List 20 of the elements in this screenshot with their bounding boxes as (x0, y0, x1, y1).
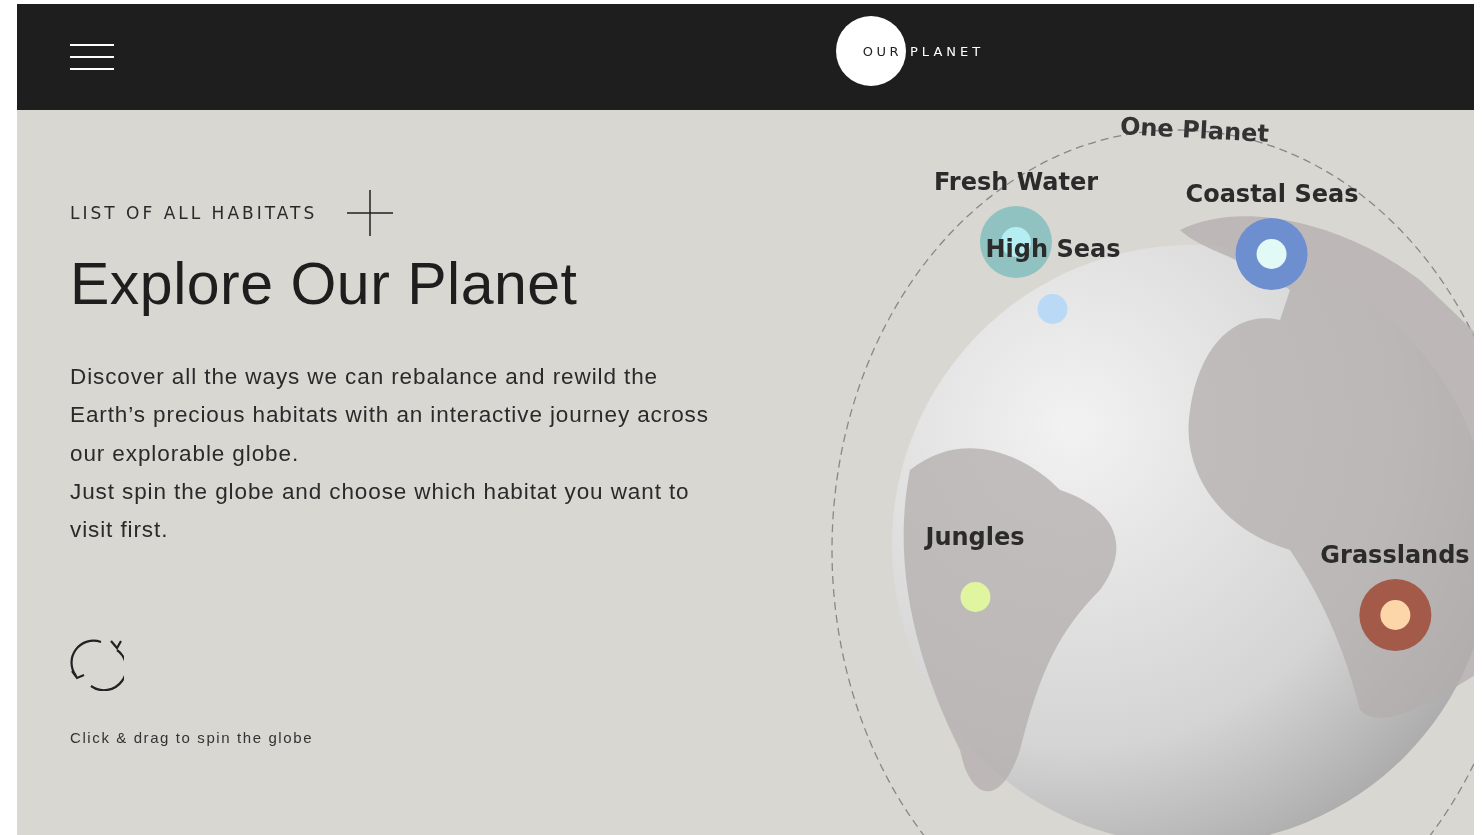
habitats-list-link[interactable]: LIST OF ALL HABITATS (70, 203, 318, 223)
habitat-label[interactable]: Coastal Seas (1185, 180, 1359, 208)
habitat-label[interactable]: Grasslands (1320, 541, 1470, 569)
intro-text: Discover all the ways we can rebalance and rewild the Earth’s precious habitats with an interactive journey across our explorable globe. (70, 363, 710, 468)
page-title: Explore Our Planet (70, 250, 579, 318)
menu-button[interactable] (70, 44, 114, 70)
globe-canvas[interactable]: One Planet Fresh Water High Seas Coastal Seas Jungles Grasslands (820, 110, 1474, 835)
logo-text: OUR (862, 43, 902, 59)
habitat-dot[interactable] (1380, 600, 1410, 630)
spin-hint: Click & drag to spin the globe (70, 729, 315, 747)
habitat-dot[interactable] (1257, 239, 1287, 269)
ring-label: One Planet (1119, 112, 1270, 148)
plus-icon[interactable] (347, 190, 394, 236)
logo-text: PLANET (910, 43, 985, 59)
rotate-icon (70, 637, 124, 692)
intro-text: Just spin the globe and choose which habitat you want to visit first. (70, 477, 691, 545)
habitat-label[interactable]: Fresh Water (933, 168, 1099, 196)
habitat-label[interactable]: Jungles (925, 523, 1025, 551)
habitat-label[interactable]: High Seas (985, 235, 1121, 263)
logo-disc[interactable]: OUR (836, 16, 906, 86)
